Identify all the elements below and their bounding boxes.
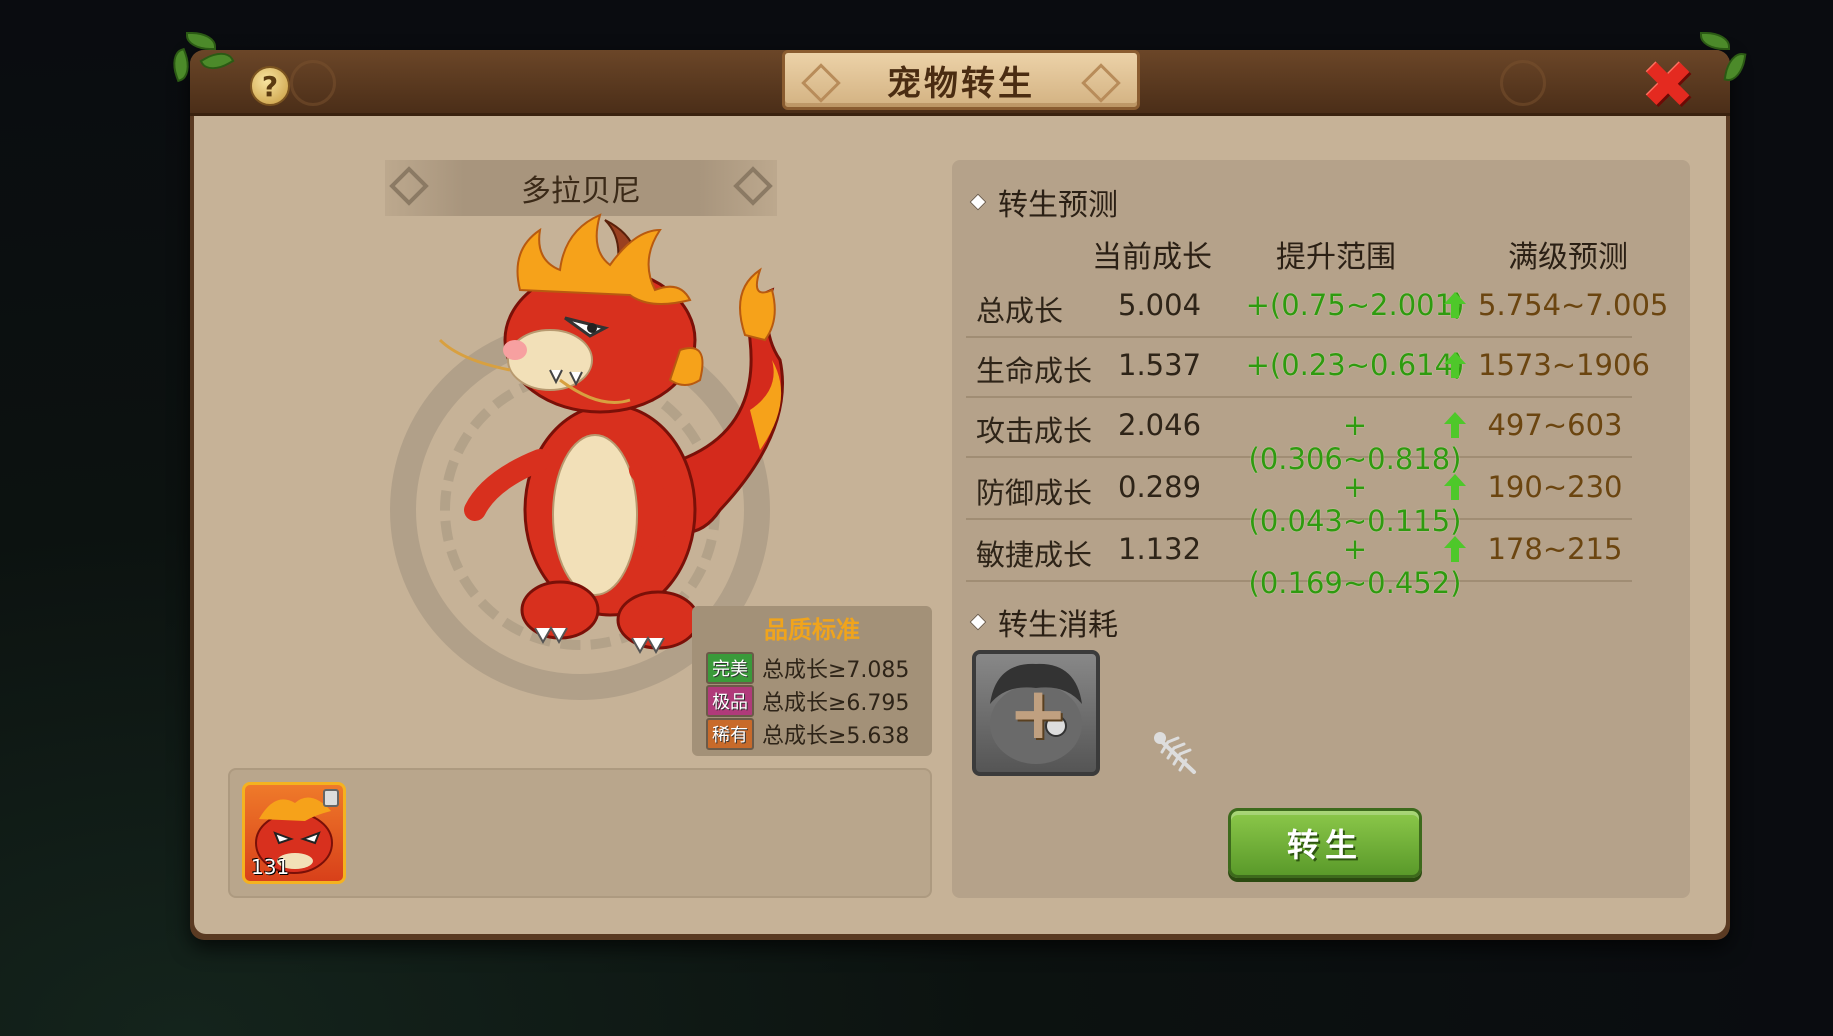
pet-level: 131 — [251, 855, 290, 879]
stat-label: 生命成长 — [976, 354, 1093, 388]
quality-title: 品质标准 — [764, 616, 860, 644]
column-current-growth: 当前成长 — [1092, 240, 1212, 275]
quality-threshold: 总成长≥6.795 — [762, 690, 910, 716]
stat-current: 1.132 — [1118, 532, 1202, 566]
column-max-forecast: 满级预测 — [1508, 240, 1628, 275]
stat-label: 防御成长 — [976, 476, 1093, 510]
quality-row-rare: 稀有 总成长≥5.638 — [692, 717, 932, 750]
stat-label: 敏捷成长 — [976, 538, 1093, 572]
banner-ornament — [389, 166, 429, 206]
vine-decoration-left — [166, 22, 246, 102]
banner-ornament — [733, 166, 773, 206]
quality-badge: 稀有 — [706, 717, 754, 750]
quality-badge: 极品 — [706, 684, 754, 717]
lock-icon — [323, 789, 339, 807]
stat-range: +(0.23~0.614) — [1245, 348, 1465, 382]
question-icon[interactable]: ? — [250, 66, 290, 106]
close-icon[interactable]: ✖ — [1640, 54, 1696, 118]
stat-current: 1.537 — [1118, 348, 1202, 382]
stat-max: 1573~1906 — [1478, 348, 1650, 382]
stat-label: 攻击成长 — [976, 414, 1093, 448]
stat-row-agility: 敏捷成长 1.132 +(0.169~0.452) 178~215 — [966, 524, 1632, 600]
quality-standard-box: 品质标准 完美 总成长≥7.085 极品 总成长≥6.795 稀有 总成长≥5.… — [692, 606, 932, 756]
stat-current: 5.004 — [1118, 288, 1202, 322]
rebirth-button-label: 转生 — [1286, 826, 1363, 864]
rebirth-button[interactable]: 转生 — [1228, 808, 1422, 878]
diamond-bullet-icon — [969, 613, 987, 631]
stat-row-total: 总成长 5.004 +(0.75~2.001) 5.754~7.005 — [966, 280, 1669, 338]
stat-max: 497~603 — [1487, 408, 1623, 442]
quality-threshold: 总成长≥7.085 — [762, 657, 910, 683]
up-arrow-icon — [1444, 474, 1466, 500]
column-increase-range: 提升范围 — [1276, 240, 1396, 275]
quality-row-perfect: 完美 总成长≥7.085 — [692, 651, 932, 684]
stat-row-hp: 生命成长 1.537 +(0.23~0.614) 1573~1906 — [966, 340, 1650, 398]
up-arrow-icon — [1444, 292, 1466, 318]
title-plaque: 宠物转生 — [782, 50, 1140, 110]
pet-name: 多拉贝尼 — [521, 174, 641, 209]
stat-range: +(0.75~2.001) — [1245, 288, 1465, 322]
stat-current: 0.289 — [1118, 470, 1202, 504]
plus-icon: + — [1008, 671, 1069, 755]
stat-row-attack: 攻击成长 2.046 +(0.306~0.818) 497~603 — [966, 400, 1632, 476]
up-arrow-icon — [1444, 412, 1466, 438]
stat-range: +(0.169~0.452) — [1248, 532, 1462, 600]
up-arrow-icon — [1444, 536, 1466, 562]
fishbone-icon — [1154, 732, 1196, 774]
header-ornament — [1500, 60, 1546, 106]
up-arrow-icon — [1444, 352, 1466, 378]
stat-max: 190~230 — [1487, 470, 1623, 504]
stat-label: 总成长 — [976, 294, 1064, 328]
consume-item-slot[interactable]: + — [972, 650, 1100, 776]
quality-row-premium: 极品 总成长≥6.795 — [692, 684, 932, 717]
pet-name-banner: 多拉贝尼 — [385, 160, 777, 216]
dialog-title: 宠物转生 — [887, 63, 1035, 104]
forecast-heading: 转生预测 — [969, 180, 1118, 224]
cost-heading: 转生消耗 — [969, 600, 1118, 644]
header-ornament — [290, 60, 336, 106]
quality-badge: 完美 — [706, 651, 754, 684]
cost-heading-text: 转生消耗 — [998, 608, 1118, 643]
pet-slot[interactable]: 131 — [242, 782, 346, 884]
stat-current: 2.046 — [1118, 408, 1202, 442]
forecast-heading-text: 转生预测 — [998, 188, 1118, 223]
stat-max: 178~215 — [1487, 532, 1623, 566]
quality-threshold: 总成长≥5.638 — [762, 723, 910, 749]
stat-max: 5.754~7.005 — [1478, 288, 1669, 322]
diamond-bullet-icon — [969, 193, 987, 211]
dragon-pet-image — [438, 213, 784, 655]
stat-row-defense: 防御成长 0.289 +(0.043~0.115) 190~230 — [966, 462, 1632, 538]
